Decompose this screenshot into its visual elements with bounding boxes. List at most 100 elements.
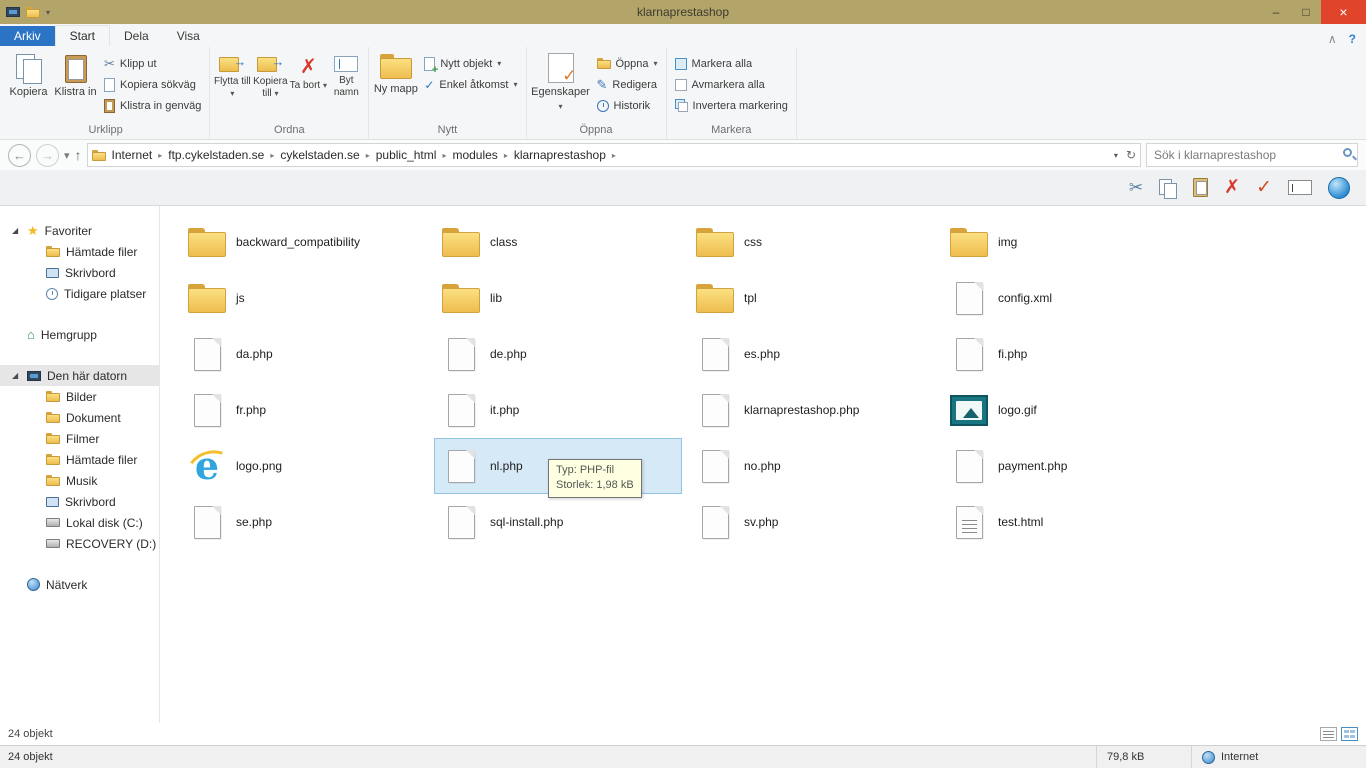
file-item[interactable]: fr.php <box>180 382 428 438</box>
file-item[interactable]: tpl <box>688 270 936 326</box>
file-item[interactable]: de.php <box>434 326 682 382</box>
qat-customize-chevron-icon[interactable]: ▾ <box>46 8 50 17</box>
confirm-check-icon[interactable]: ✓ <box>1256 178 1272 197</box>
properties-button[interactable]: Egenskaper ▾ <box>530 49 592 117</box>
close-button[interactable]: × <box>1321 0 1366 24</box>
breadcrumb-item[interactable]: modules <box>449 146 500 164</box>
edit-button[interactable]: ✎ Redigera <box>592 74 663 95</box>
file-item[interactable]: backward_compatibility <box>180 214 428 270</box>
paste-icon[interactable] <box>1193 178 1209 197</box>
file-item[interactable]: logo.gif <box>942 382 1190 438</box>
search-icon[interactable] <box>1343 148 1352 157</box>
file-item[interactable]: lib <box>434 270 682 326</box>
help-icon[interactable]: ? <box>1349 32 1356 46</box>
move-to-button[interactable]: Flytta till ▾ <box>213 49 251 117</box>
up-button[interactable]: ↑ <box>75 147 82 163</box>
file-item[interactable]: no.php <box>688 438 936 494</box>
sidebar-label: Skrivbord <box>65 494 116 509</box>
select-all-button[interactable]: Markera alla <box>670 53 793 74</box>
expand-triangle-icon[interactable]: ◢ <box>12 226 18 235</box>
copy-path-button[interactable]: Kopiera sökväg <box>99 74 206 95</box>
rename-button[interactable]: Byt namn <box>327 49 365 117</box>
file-item[interactable]: payment.php <box>942 438 1190 494</box>
file-item[interactable]: se.php <box>180 494 428 550</box>
file-icon <box>955 281 983 315</box>
file-item[interactable]: sv.php <box>688 494 936 550</box>
file-item[interactable]: es.php <box>688 326 936 382</box>
file-item[interactable]: config.xml <box>942 270 1190 326</box>
sidebar-section-favoriter[interactable]: ◢ ★ Favoriter <box>0 220 159 241</box>
sidebar-item-hamtade-filer[interactable]: Hämtade filer <box>0 241 159 262</box>
breadcrumb-bar[interactable]: Internet ▸ ftp.cykelstaden.se ▸ cykelstaden.… <box>86 143 1141 167</box>
file-item[interactable]: css <box>688 214 936 270</box>
sidebar-item-recovery-d[interactable]: RECOVERY (D:) <box>0 533 159 554</box>
sidebar-section-den-har-datorn[interactable]: ◢ Den här datorn <box>0 365 159 386</box>
tab-dela[interactable]: Dela <box>110 26 163 46</box>
view-toggles <box>1320 727 1358 741</box>
file-item[interactable]: e logo.png <box>180 438 428 494</box>
sidebar-item-bilder[interactable]: Bilder <box>0 386 159 407</box>
recent-locations-chevron-icon[interactable]: ▾ <box>64 149 70 162</box>
qat-folder-icon[interactable] <box>26 6 40 18</box>
sidebar-item-skrivbord[interactable]: Skrivbord <box>0 262 159 283</box>
file-item[interactable]: it.php <box>434 382 682 438</box>
sidebar-item-tidigare-platser[interactable]: Tidigare platser <box>0 283 159 304</box>
sidebar-section-hemgrupp[interactable]: ⌂ Hemgrupp <box>0 324 159 345</box>
file-item[interactable]: js <box>180 270 428 326</box>
file-item[interactable]: sql-install.php <box>434 494 682 550</box>
copy-icon <box>15 53 43 84</box>
tab-start[interactable]: Start <box>54 25 111 46</box>
maximize-button[interactable]: □ <box>1291 0 1321 24</box>
folder-icon <box>695 226 735 258</box>
file-item[interactable]: da.php <box>180 326 428 382</box>
file-item[interactable]: class <box>434 214 682 270</box>
globe-icon[interactable] <box>1328 176 1350 199</box>
address-dropdown-icon[interactable]: ▾ <box>1114 151 1118 160</box>
thumbnails-view-icon[interactable] <box>1341 727 1358 741</box>
paste-button[interactable]: Klistra in <box>52 49 99 117</box>
forward-button[interactable]: → <box>36 143 59 167</box>
breadcrumb-item[interactable]: cykelstaden.se <box>277 146 362 164</box>
expand-triangle-icon[interactable]: ◢ <box>12 371 18 380</box>
sidebar-item-skrivbord-pc[interactable]: Skrivbord <box>0 491 159 512</box>
details-view-icon[interactable] <box>1320 727 1337 741</box>
history-button[interactable]: Historik <box>592 95 663 116</box>
sidebar-section-natverk[interactable]: Nätverk <box>0 574 159 595</box>
new-item-button[interactable]: Nytt objekt ▾ <box>419 53 522 76</box>
tooltip: Typ: PHP-fil Storlek: 1,98 kB <box>548 459 642 498</box>
refresh-icon[interactable]: ↻ <box>1126 148 1136 162</box>
tab-visa[interactable]: Visa <box>163 26 214 46</box>
file-item[interactable]: test.html <box>942 494 1190 550</box>
sidebar-item-lokal-disk-c[interactable]: Lokal disk (C:) <box>0 512 159 533</box>
file-item[interactable]: img <box>942 214 1190 270</box>
breadcrumb-item[interactable]: klarnaprestashop <box>511 146 609 164</box>
back-button[interactable]: ← <box>8 143 31 167</box>
search-input[interactable] <box>1146 143 1358 167</box>
tab-arkiv[interactable]: Arkiv <box>0 26 55 46</box>
delete-button[interactable]: ✗ Ta bort ▾ <box>289 49 327 117</box>
sidebar-item-filmer[interactable]: Filmer <box>0 428 159 449</box>
breadcrumb-item[interactable]: ftp.cykelstaden.se <box>165 146 267 164</box>
select-none-button[interactable]: Avmarkera alla <box>670 74 793 95</box>
cut-button[interactable]: ✂ Klipp ut <box>99 53 206 74</box>
invert-selection-button[interactable]: Invertera markering <box>670 95 793 116</box>
file-item[interactable]: fi.php <box>942 326 1190 382</box>
cut-icon[interactable]: ✂ <box>1129 178 1143 198</box>
sidebar-item-dokument[interactable]: Dokument <box>0 407 159 428</box>
copy-to-button[interactable]: Kopiera till ▾ <box>251 49 289 117</box>
minimize-button[interactable]: – <box>1261 0 1291 24</box>
open-button[interactable]: Öppna ▾ <box>592 53 663 74</box>
delete-icon[interactable]: ✗ <box>1224 178 1240 197</box>
breadcrumb-item[interactable]: Internet <box>109 146 156 164</box>
copy-button[interactable]: Kopiera <box>5 49 52 117</box>
sidebar-item-musik[interactable]: Musik <box>0 470 159 491</box>
file-item[interactable]: klarnaprestashop.php <box>688 382 936 438</box>
breadcrumb-item[interactable]: public_html <box>373 146 440 164</box>
copy-icon[interactable] <box>1159 178 1178 199</box>
easy-access-button[interactable]: ✓ Enkel åtkomst ▾ <box>419 74 522 95</box>
rename-field-icon[interactable] <box>1288 180 1312 195</box>
new-folder-button[interactable]: Ny mapp <box>372 49 419 117</box>
paste-shortcut-button[interactable]: Klistra in genväg <box>99 95 206 116</box>
minimize-ribbon-icon[interactable]: ∧ <box>1328 32 1337 46</box>
sidebar-item-hamtade-filer-pc[interactable]: Hämtade filer <box>0 449 159 470</box>
